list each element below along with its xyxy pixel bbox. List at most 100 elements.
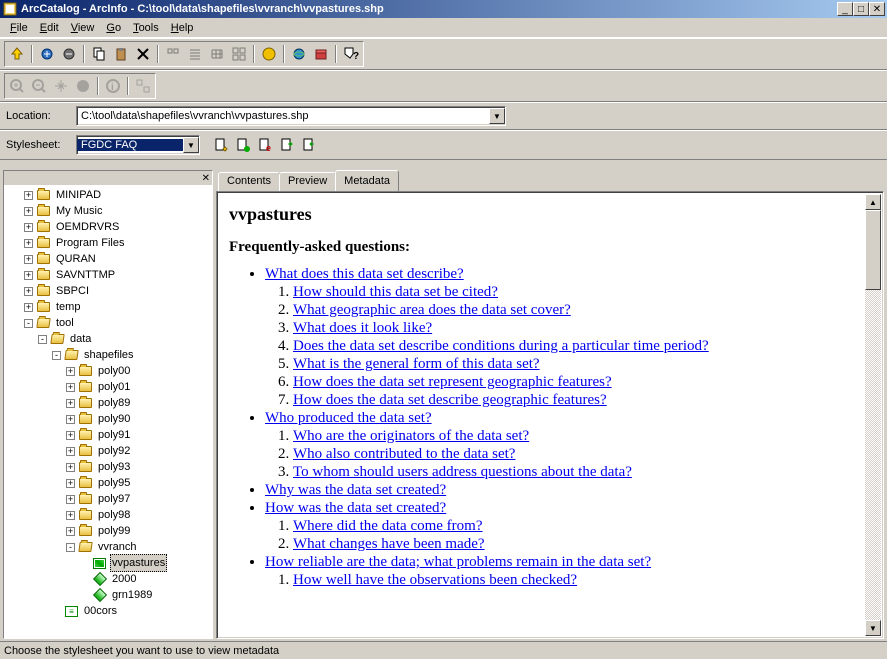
expand-toggle[interactable]: + xyxy=(24,271,33,280)
tree-node[interactable]: +poly97 xyxy=(6,491,212,507)
expand-toggle[interactable]: + xyxy=(66,399,75,408)
zoom-out-button[interactable] xyxy=(28,75,50,97)
tab-metadata[interactable]: Metadata xyxy=(335,170,399,191)
tree-node[interactable]: +SAVNTTMP xyxy=(6,267,212,283)
tab-contents[interactable]: Contents xyxy=(218,172,280,193)
expand-toggle[interactable]: + xyxy=(24,223,33,232)
expand-toggle[interactable]: + xyxy=(66,527,75,536)
tree-node[interactable]: +poly89 xyxy=(6,395,212,411)
tree-close-icon[interactable]: ✕ xyxy=(202,173,210,184)
faq-link[interactable]: To whom should users address questions a… xyxy=(293,464,632,480)
tab-preview[interactable]: Preview xyxy=(279,172,336,193)
faq-link[interactable]: Does the data set describe conditions du… xyxy=(293,338,709,354)
menu-file[interactable]: File xyxy=(4,20,34,36)
faq-link[interactable]: How should this data set be cited? xyxy=(293,284,498,300)
large-icons-button[interactable] xyxy=(162,43,184,65)
expand-toggle[interactable]: + xyxy=(24,303,33,312)
faq-link[interactable]: Who produced the data set? xyxy=(265,410,432,426)
menu-help[interactable]: Help xyxy=(165,20,200,36)
tree-node[interactable]: grn1989 xyxy=(6,587,212,603)
expand-toggle[interactable]: - xyxy=(38,335,47,344)
expand-toggle[interactable]: + xyxy=(66,367,75,376)
faq-link[interactable]: How reliable are the data; what problems… xyxy=(265,554,651,570)
expand-toggle[interactable]: + xyxy=(66,479,75,488)
edit-metadata-button[interactable] xyxy=(210,134,232,156)
tree-node[interactable]: +poly00 xyxy=(6,363,212,379)
thumbnails-button[interactable] xyxy=(228,43,250,65)
location-combo[interactable]: C:\tool\data\shapefiles\vvranch\vvpastur… xyxy=(76,106,506,126)
content-scrollbar[interactable]: ▲ ▼ xyxy=(865,194,881,636)
menu-go[interactable]: Go xyxy=(100,20,127,36)
tree-node[interactable]: -shapefiles xyxy=(6,347,212,363)
menu-edit[interactable]: Edit xyxy=(34,20,65,36)
expand-toggle[interactable]: + xyxy=(66,447,75,456)
menu-view[interactable]: View xyxy=(65,20,101,36)
list-button[interactable] xyxy=(184,43,206,65)
paste-button[interactable] xyxy=(110,43,132,65)
tree-node[interactable]: -tool xyxy=(6,315,212,331)
tree-node[interactable]: +MINIPAD xyxy=(6,187,212,203)
faq-link[interactable]: Where did the data come from? xyxy=(293,518,483,534)
tree-node[interactable]: +poly99 xyxy=(6,523,212,539)
expand-toggle[interactable]: - xyxy=(24,319,33,328)
identify-button[interactable]: i xyxy=(102,75,124,97)
faq-link[interactable]: How does the data set represent geograph… xyxy=(293,374,612,390)
up-button[interactable] xyxy=(6,43,28,65)
tree-node[interactable]: +temp xyxy=(6,299,212,315)
faq-link[interactable]: Who are the originators of the data set? xyxy=(293,428,529,444)
tree-node[interactable]: +poly01 xyxy=(6,379,212,395)
scroll-thumb[interactable] xyxy=(865,210,881,290)
scroll-down-icon[interactable]: ▼ xyxy=(865,620,881,636)
expand-toggle[interactable]: - xyxy=(66,543,75,552)
faq-link[interactable]: How was the data set created? xyxy=(265,500,446,516)
stylesheet-combo[interactable]: FGDC FAQ ▼ xyxy=(76,135,200,155)
scroll-up-icon[interactable]: ▲ xyxy=(865,194,881,210)
expand-toggle[interactable]: + xyxy=(24,239,33,248)
full-extent-button[interactable] xyxy=(72,75,94,97)
location-dropdown-icon[interactable]: ▼ xyxy=(489,108,505,124)
close-button[interactable]: ✕ xyxy=(869,2,885,16)
disconnect-folder-button[interactable] xyxy=(58,43,80,65)
tree-node[interactable]: +poly91 xyxy=(6,427,212,443)
maximize-button[interactable]: □ xyxy=(853,2,869,16)
minimize-button[interactable]: _ xyxy=(837,2,853,16)
expand-toggle[interactable]: + xyxy=(66,463,75,472)
create-thumbnail-button[interactable] xyxy=(132,75,154,97)
tree-node[interactable]: 2000 xyxy=(6,571,212,587)
tree-node[interactable]: vvpastures xyxy=(6,555,212,571)
zoom-in-button[interactable] xyxy=(6,75,28,97)
faq-link[interactable]: What geographic area does the data set c… xyxy=(293,302,571,318)
tree-node[interactable]: +My Music xyxy=(6,203,212,219)
details-button[interactable] xyxy=(206,43,228,65)
tree-node[interactable]: +SBPCI xyxy=(6,283,212,299)
menu-tools[interactable]: Tools xyxy=(127,20,165,36)
expand-toggle[interactable]: + xyxy=(66,415,75,424)
toolbox-button[interactable] xyxy=(310,43,332,65)
stylesheet-dropdown-icon[interactable]: ▼ xyxy=(183,137,199,153)
expand-toggle[interactable]: + xyxy=(66,495,75,504)
faq-link[interactable]: What is the general form of this data se… xyxy=(293,356,540,372)
expand-toggle[interactable]: + xyxy=(66,511,75,520)
tree-node[interactable]: +QURAN xyxy=(6,251,212,267)
tree-node[interactable]: +poly95 xyxy=(6,475,212,491)
whats-this-button[interactable]: ? xyxy=(340,43,362,65)
faq-link[interactable]: What does this data set describe? xyxy=(265,266,464,282)
faq-link[interactable]: Who also contributed to the data set? xyxy=(293,446,515,462)
delete-button[interactable] xyxy=(132,43,154,65)
expand-toggle[interactable]: + xyxy=(24,207,33,216)
search-button[interactable] xyxy=(288,43,310,65)
pan-button[interactable] xyxy=(50,75,72,97)
tree-node[interactable]: +poly93 xyxy=(6,459,212,475)
faq-link[interactable]: What does it look like? xyxy=(293,320,432,336)
faq-link[interactable]: How does the data set describe geographi… xyxy=(293,392,607,408)
connect-folder-button[interactable] xyxy=(36,43,58,65)
metadata-properties-button[interactable] xyxy=(232,134,254,156)
create-update-metadata-button[interactable]: e xyxy=(254,134,276,156)
launch-arcmap-button[interactable] xyxy=(258,43,280,65)
expand-toggle[interactable]: + xyxy=(66,383,75,392)
faq-link[interactable]: What changes have been made? xyxy=(293,536,485,552)
import-metadata-button[interactable] xyxy=(276,134,298,156)
expand-toggle[interactable]: + xyxy=(24,287,33,296)
export-metadata-button[interactable] xyxy=(298,134,320,156)
faq-link[interactable]: How well have the observations been chec… xyxy=(293,572,577,588)
